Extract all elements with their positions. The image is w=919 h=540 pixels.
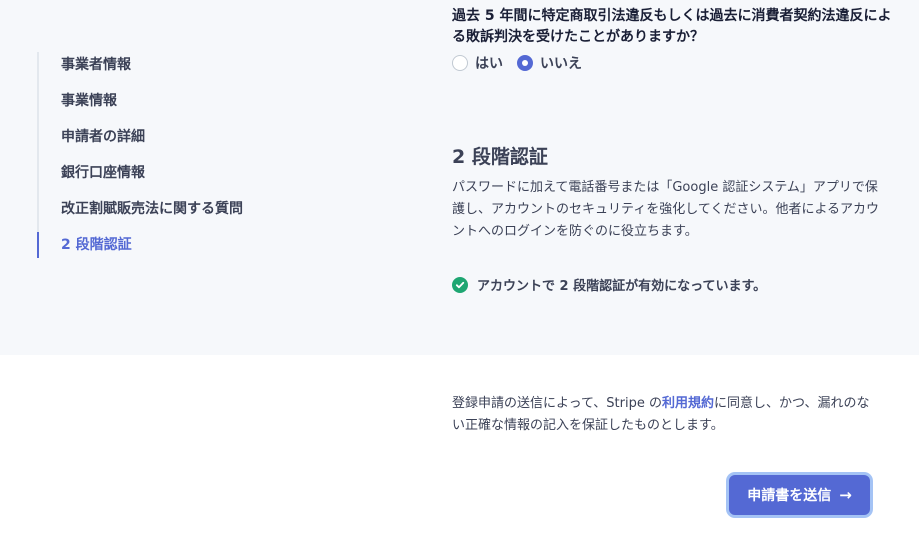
sidebar-nav: 事業者情報 事業情報 申請者の詳細 銀行口座情報 改正割賦販売法に関する質問 2… — [37, 52, 297, 258]
terms-notice: 登録申請の送信によって、Stripe の利用規約に同意し、かつ、漏れのない正確な… — [452, 393, 882, 437]
radio-option-no[interactable]: いいえ — [517, 53, 582, 73]
submit-application-button[interactable]: 申請書を送信 → — [729, 475, 870, 515]
sidebar-item-installment-sales-questions[interactable]: 改正割賦販売法に関する質問 — [37, 196, 297, 232]
two-factor-title: 2 段階認証 — [452, 146, 548, 168]
sidebar-item-business-details[interactable]: 事業情報 — [37, 88, 297, 124]
terms-text-before: 登録申請の送信によって、Stripe の — [452, 396, 662, 411]
two-factor-status: アカウントで 2 段階認証が有効になっています。 — [452, 275, 766, 294]
legal-violation-question: 過去 5 年間に特定商取引法違反もしくは過去に消費者契約法違反による敗訴判決を受… — [452, 8, 892, 45]
radio-option-yes[interactable]: はい — [452, 53, 503, 73]
radio-yes-circle[interactable] — [452, 55, 468, 71]
sidebar-item-business-info[interactable]: 事業者情報 — [37, 52, 297, 88]
sidebar-item-two-factor-auth[interactable]: 2 段階認証 — [37, 232, 297, 258]
submit-button-label: 申請書を送信 — [747, 488, 832, 504]
arrow-right-icon: → — [839, 486, 852, 504]
radio-no-label: いいえ — [540, 56, 582, 72]
sidebar-item-applicant-details[interactable]: 申請者の詳細 — [37, 124, 297, 160]
check-circle-icon — [452, 276, 468, 293]
radio-yes-label: はい — [475, 56, 503, 72]
two-factor-status-text: アカウントで 2 段階認証が有効になっています。 — [477, 279, 767, 294]
two-factor-description: パスワードに加えて電話番号または「Google 認証システム」アプリで保護し、ア… — [452, 180, 880, 239]
radio-no-circle[interactable] — [517, 55, 533, 71]
terms-of-service-link[interactable]: 利用規約 — [662, 396, 714, 411]
legal-violation-radio-group: はい いいえ — [452, 53, 596, 73]
sidebar-item-bank-account[interactable]: 銀行口座情報 — [37, 160, 297, 196]
